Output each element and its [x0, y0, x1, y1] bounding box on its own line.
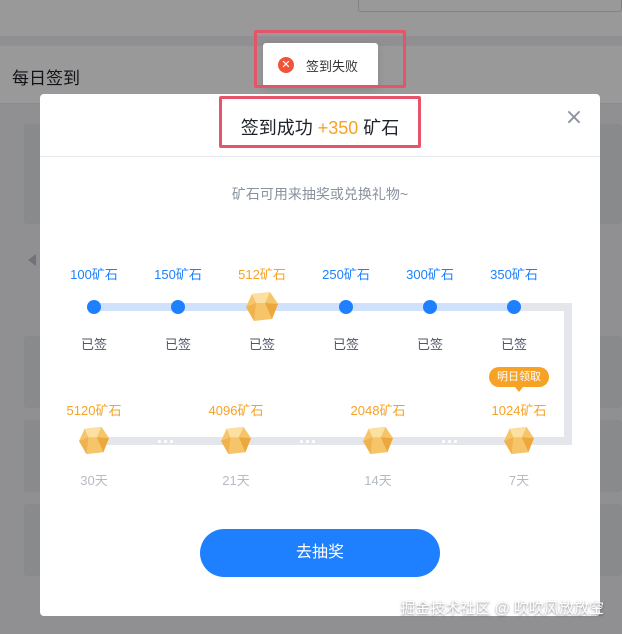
progress-track: [94, 303, 514, 311]
ellipsis-icon: [436, 437, 462, 445]
milestone-amount: 5120矿石: [66, 403, 122, 418]
milestone-days: 14天: [364, 473, 392, 488]
title-prefix: 签到成功: [240, 118, 313, 138]
checked-status: 已签: [80, 337, 107, 352]
close-icon[interactable]: ×: [564, 107, 584, 129]
progress-track-connector: [564, 303, 572, 445]
ellipsis-icon: [152, 437, 178, 445]
reward-amount: 300矿石: [406, 267, 454, 282]
modal-title: 签到成功 +350 矿石: [40, 114, 600, 140]
watermark: 掘金技术社区 @ 吹吹风放放空: [400, 600, 604, 617]
checked-status: 已签: [416, 337, 443, 352]
checked-dot: [339, 300, 353, 314]
reward-amount: 512矿石: [238, 267, 286, 282]
title-points: +350: [317, 118, 359, 138]
ore-icon: [504, 426, 534, 455]
checked-dot: [87, 300, 101, 314]
milestone-days: 21天: [222, 473, 250, 488]
ore-icon: [363, 426, 393, 455]
toast-message: 签到失败: [306, 58, 359, 74]
checked-dot: [507, 300, 521, 314]
milestone-amount: 2048矿石: [350, 403, 406, 418]
checked-status: 已签: [332, 337, 359, 352]
checked-status: 已签: [500, 337, 527, 352]
milestone-days: 30天: [80, 473, 108, 488]
ellipsis-icon: [294, 437, 320, 445]
checked-status: 已签: [164, 337, 191, 352]
go-draw-button[interactable]: 去抽奖: [200, 529, 440, 577]
reward-amount: 350矿石: [490, 267, 538, 282]
reward-amount: 250矿石: [322, 267, 370, 282]
reward-amount: 100矿石: [70, 267, 118, 282]
error-toast: ✕ 签到失败: [263, 43, 378, 87]
checked-status: 已签: [248, 337, 275, 352]
reward-amount: 150矿石: [154, 267, 202, 282]
milestone-days: 7天: [508, 473, 530, 488]
ore-icon: [221, 426, 251, 455]
checked-dot: [423, 300, 437, 314]
checked-dot: [171, 300, 185, 314]
signin-modal: 签到成功 +350 矿石 × 矿石可用来抽奖或兑换礼物~ 100矿石 150矿石…: [40, 94, 600, 616]
milestone-amount: 4096矿石: [208, 403, 264, 418]
modal-header: 签到成功 +350 矿石 ×: [40, 94, 600, 157]
tomorrow-badge: 明日领取: [489, 367, 549, 392]
error-circle-icon: ✕: [278, 57, 294, 73]
modal-subtitle: 矿石可用来抽奖或兑换礼物~: [231, 186, 409, 202]
ore-icon: [246, 292, 278, 321]
milestone-amount: 1024矿石: [491, 403, 547, 418]
ore-icon: [79, 426, 109, 455]
title-suffix: 矿石: [363, 118, 400, 138]
